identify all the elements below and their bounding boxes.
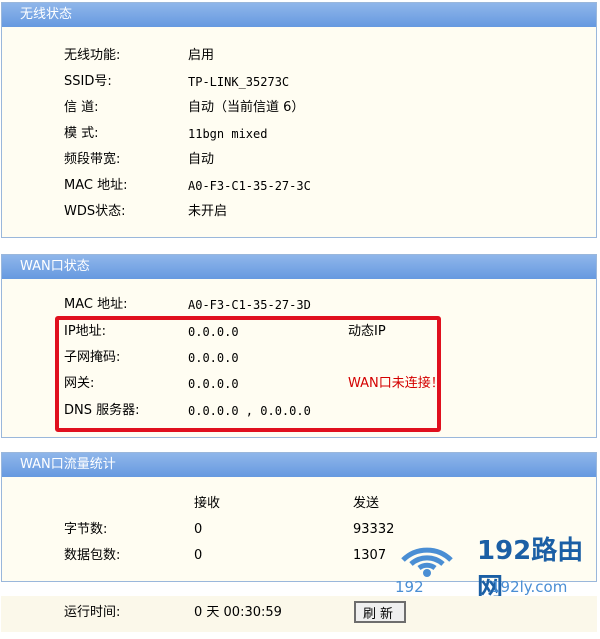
wireless-row-value: 自动（当前信道 6） [188, 100, 305, 115]
traffic-row-label: 字节数: [64, 522, 108, 537]
wifi-router-icon [401, 547, 453, 577]
wan-row-value: A0-F3-C1-35-27-3D [188, 298, 311, 312]
runtime-row: 运行时间: 0 天 00:30:59 [0, 604, 600, 622]
wan-row-label: MAC 地址: [64, 297, 128, 312]
traffic-row-label: 数据包数: [64, 548, 121, 563]
traffic-send-value: 93332 [353, 522, 395, 537]
wan-row: MAC 地址: A0-F3-C1-35-27-3D [0, 296, 600, 314]
wireless-row: MAC 地址: A0-F3-C1-35-27-3C [0, 177, 600, 195]
wireless-row-label: MAC 地址: [64, 178, 128, 193]
traffic-recv-value: 0 [194, 548, 203, 563]
wireless-row-value: A0-F3-C1-35-27-3C [188, 179, 311, 193]
wireless-row-label: 无线功能: [64, 48, 121, 63]
watermark-domain: 192ly.com [491, 578, 568, 596]
wireless-row: 信 道: 自动（当前信道 6） [0, 99, 600, 117]
traffic-send-value: 1307 [353, 548, 387, 563]
wireless-row: SSID号: TP-LINK_35273C [0, 73, 600, 91]
wireless-row: 频段带宽: 自动 [0, 151, 600, 169]
wireless-row-value: TP-LINK_35273C [188, 75, 290, 89]
wan-status-header: WAN口状态 [2, 255, 596, 279]
wireless-row-value: 11bgn mixed [188, 127, 268, 141]
watermark: 192路由网 192 192ly.com [395, 530, 595, 603]
wan-highlight-box [55, 316, 441, 432]
wireless-row-label: 频段带宽: [64, 152, 121, 167]
wireless-status-header: 无线状态 [2, 3, 596, 27]
traffic-header-row: 接收 发送 [0, 495, 600, 513]
send-column-header: 发送 [353, 496, 380, 511]
refresh-button[interactable]: 刷新 [354, 601, 406, 623]
wireless-row-label: SSID号: [64, 74, 112, 89]
wireless-row: WDS状态: 未开启 [0, 203, 600, 221]
traffic-recv-value: 0 [194, 522, 203, 537]
wireless-row-label: 模 式: [64, 126, 99, 141]
wireless-row-value: 启用 [188, 48, 215, 63]
traffic-header: WAN口流量统计 [2, 453, 596, 477]
wireless-row-value: 自动 [188, 152, 215, 167]
runtime-label: 运行时间: [64, 605, 121, 620]
wireless-row: 无线功能: 启用 [0, 47, 600, 65]
wireless-row-value: 未开启 [188, 204, 228, 219]
wireless-row-label: 信 道: [64, 100, 99, 115]
recv-column-header: 接收 [194, 496, 221, 511]
wireless-row: 模 式: 11bgn mixed [0, 125, 600, 143]
runtime-value: 0 天 00:30:59 [194, 605, 282, 620]
watermark-sub: 192 [395, 578, 424, 596]
wireless-row-label: WDS状态: [64, 204, 126, 219]
